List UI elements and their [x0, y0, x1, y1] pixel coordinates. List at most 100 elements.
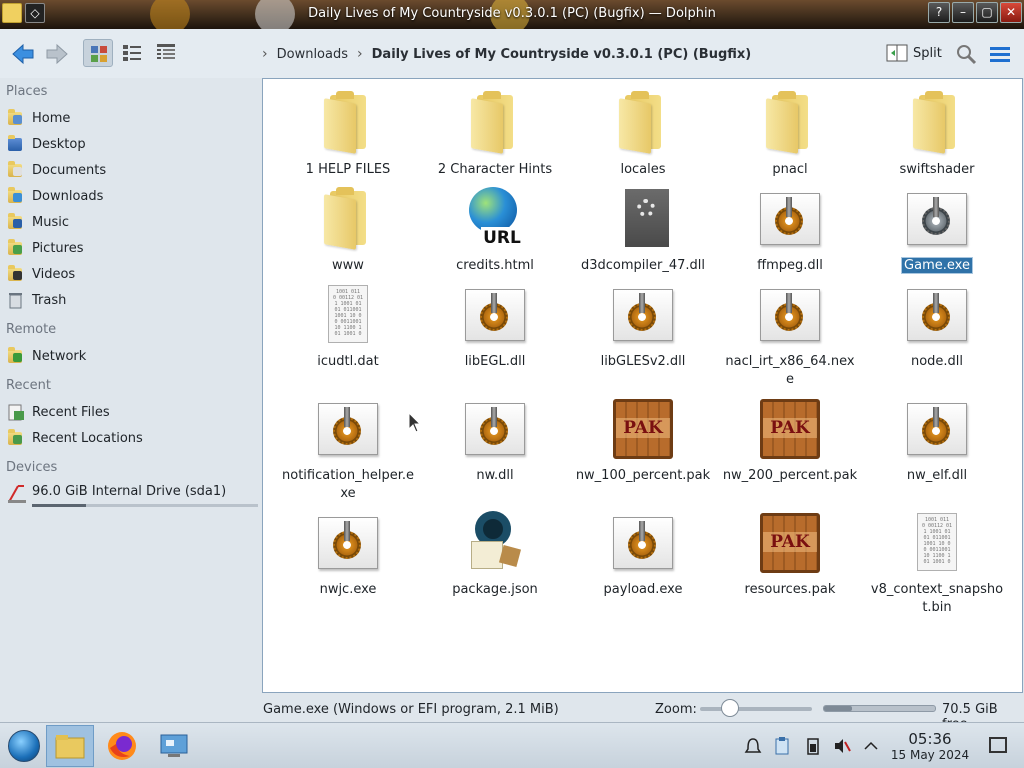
file-name-text: d3dcompiler_47.dll	[580, 258, 705, 273]
free-space-fill	[824, 706, 852, 711]
executable-gear-icon	[758, 187, 822, 251]
volume-muted-icon[interactable]	[833, 737, 851, 755]
section-label-remote: Remote	[6, 322, 57, 337]
status-bar: Game.exe (Windows or EFI program, 2.1 Mi…	[0, 696, 1024, 732]
file-item[interactable]: libGLESv2.dll	[573, 277, 713, 371]
sidebar-item-recent-locations[interactable]: Recent Locations	[6, 426, 143, 450]
file-item[interactable]: PAK nw_200_percent.pak	[720, 391, 860, 485]
breadcrumb-item-current[interactable]: Daily Lives of My Countryside v0.3.0.1 (…	[372, 47, 752, 62]
hamburger-menu-button[interactable]	[988, 43, 1012, 65]
sidebar-item-pictures[interactable]: Pictures	[6, 236, 83, 260]
forward-button[interactable]	[44, 41, 70, 67]
file-name: credits.html	[425, 257, 565, 275]
file-view[interactable]: 1 HELP FILES 2 Character Hints locales pnac…	[262, 78, 1023, 693]
back-button[interactable]	[10, 41, 36, 67]
file-item[interactable]: PAK nw_100_percent.pak	[573, 391, 713, 485]
icons-view-button[interactable]	[83, 39, 113, 67]
file-item[interactable]: nw_elf.dll	[867, 391, 1007, 485]
task-dolphin[interactable]	[46, 725, 94, 767]
executable-gear-icon	[905, 397, 969, 461]
close-button[interactable]: ✕	[1000, 2, 1022, 23]
file-name: Game.exe	[867, 257, 1007, 275]
file-item[interactable]: nacl_irt_x86_64.nexe	[720, 277, 860, 389]
file-item[interactable]: Game.exe	[867, 181, 1007, 275]
file-item[interactable]: www	[278, 181, 418, 275]
sidebar-item-desktop[interactable]: Desktop	[6, 132, 86, 156]
sidebar-item-recent-files[interactable]: Recent Files	[6, 400, 110, 424]
minimize-button[interactable]: –	[952, 2, 974, 23]
file-item[interactable]: 1 HELP FILES	[278, 85, 418, 179]
file-item[interactable]: 1001 011 0 00112 01 1 1001 01 01 011001 …	[867, 505, 1007, 617]
executable-gear-icon	[758, 283, 822, 347]
sidebar-item-internal-drive[interactable]: 96.0 GiB Internal Drive (sda1)	[6, 482, 258, 508]
executable-gear-icon	[463, 397, 527, 461]
icons-view-icon	[91, 46, 107, 62]
file-item[interactable]: nwjc.exe	[278, 505, 418, 599]
breadcrumb-item-downloads[interactable]: Downloads	[277, 47, 348, 62]
file-item[interactable]: libEGL.dll	[425, 277, 565, 371]
sidebar-item-network[interactable]: Network	[6, 344, 86, 368]
start-menu-button[interactable]	[0, 725, 48, 767]
file-name: locales	[573, 161, 713, 179]
sidebar-item-home[interactable]: Home	[6, 106, 70, 130]
maximize-button[interactable]: ▢	[976, 2, 998, 23]
file-name-text: libEGL.dll	[464, 354, 526, 369]
file-item[interactable]: package.json	[425, 505, 565, 599]
compact-view-button[interactable]	[117, 39, 147, 67]
task-system-settings[interactable]	[150, 725, 198, 767]
json-package-icon	[463, 511, 527, 575]
clock[interactable]: 05:36 15 May 2024	[880, 731, 980, 763]
details-view-button[interactable]	[151, 39, 181, 67]
sidebar-item-trash[interactable]: Trash	[6, 288, 66, 312]
notifications-icon[interactable]	[744, 737, 762, 755]
task-firefox[interactable]	[98, 725, 146, 767]
file-item[interactable]: pnacl	[720, 85, 860, 179]
file-name: v8_context_snapshot.bin	[867, 581, 1007, 617]
title-bar: ◇ Daily Lives of My Countryside v0.3.0.1…	[0, 0, 1024, 29]
breadcrumb-separator-icon: ›	[262, 46, 268, 62]
file-item[interactable]: locales	[573, 85, 713, 179]
file-item[interactable]: PAK resources.pak	[720, 505, 860, 599]
file-name: nw_200_percent.pak	[720, 467, 860, 485]
sidebar-item-documents[interactable]: Documents	[6, 158, 106, 182]
file-item[interactable]: 1001 011 0 00112 01 1 1001 01 01 011001 …	[278, 277, 418, 371]
file-name-text: libGLESv2.dll	[600, 354, 686, 369]
split-button[interactable]: Split	[886, 43, 942, 63]
file-item[interactable]: ffmpeg.dll	[720, 181, 860, 275]
sidebar-item-downloads[interactable]: Downloads	[6, 184, 103, 208]
file-name-text: nwjc.exe	[319, 582, 377, 597]
split-view-icon	[886, 44, 908, 62]
compact-view-icon	[123, 45, 141, 61]
sidebar-item-music[interactable]: Music	[6, 210, 69, 234]
search-button[interactable]	[955, 43, 977, 65]
file-item[interactable]: nw.dll	[425, 391, 565, 485]
show-desktop-button[interactable]	[989, 737, 1007, 753]
file-item[interactable]: d3dcompiler_47.dll	[573, 181, 713, 275]
folder-icon	[905, 91, 969, 155]
battery-icon[interactable]	[804, 737, 822, 755]
file-name-text: ffmpeg.dll	[757, 258, 823, 273]
zoom-slider[interactable]	[700, 699, 812, 717]
section-label-recent: Recent	[6, 378, 51, 393]
clipboard-icon[interactable]	[773, 737, 791, 755]
file-item[interactable]: notification_helper.exe	[278, 391, 418, 503]
file-item[interactable]: swiftshader	[867, 85, 1007, 179]
file-name-text: payload.exe	[603, 582, 683, 597]
folder-icon	[316, 187, 380, 251]
sidebar-item-label: Network	[32, 348, 87, 364]
file-name-text: Game.exe	[901, 257, 973, 274]
file-item[interactable]: 2 Character Hints	[425, 85, 565, 179]
file-name: nw_elf.dll	[867, 467, 1007, 485]
file-item[interactable]: payload.exe	[573, 505, 713, 599]
zoom-handle[interactable]	[720, 699, 739, 717]
help-button[interactable]: ?	[928, 2, 950, 23]
window-title: Daily Lives of My Countryside v0.3.0.1 (…	[308, 6, 716, 21]
file-item[interactable]: node.dll	[867, 277, 1007, 371]
sidebar-item-videos[interactable]: Videos	[6, 262, 75, 286]
home-icon	[6, 109, 26, 127]
file-item[interactable]: URL credits.html	[425, 181, 565, 275]
sidebar-item-label: Trash	[32, 292, 67, 308]
chevron-up-icon[interactable]	[862, 737, 880, 755]
file-name-text: icudtl.dat	[317, 354, 379, 369]
executable-gear-icon	[905, 187, 969, 251]
